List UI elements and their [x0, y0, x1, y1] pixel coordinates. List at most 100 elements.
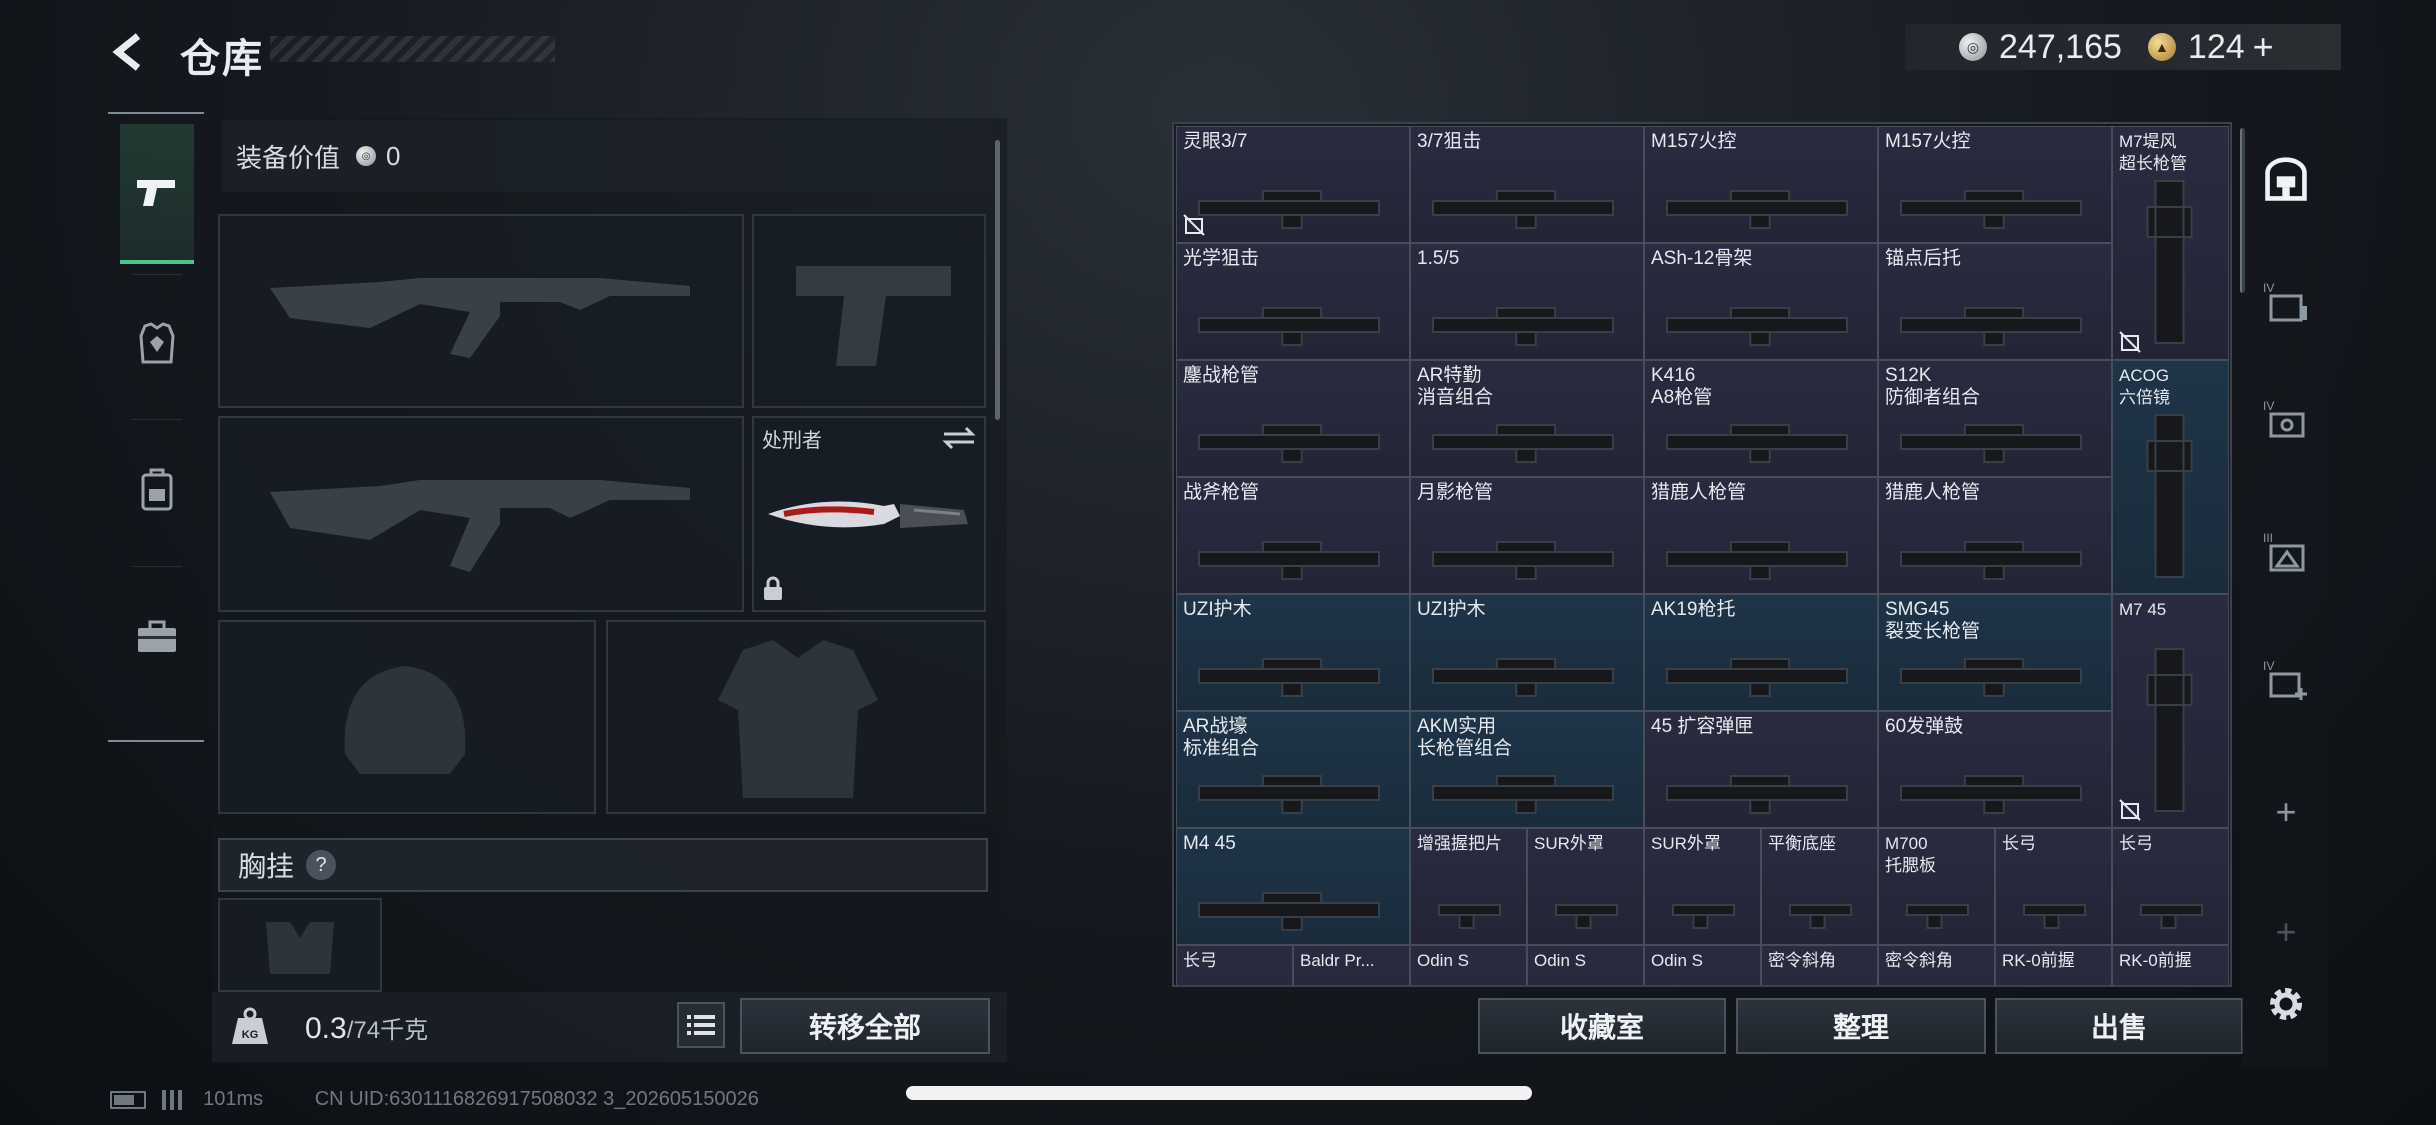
inventory-item[interactable]: 长弓 — [2112, 828, 2229, 945]
filter-tools[interactable]: IV — [2262, 396, 2310, 444]
tool-case-icon: IV — [2263, 399, 2305, 438]
inventory-item[interactable]: AK19枪托 — [1644, 594, 1878, 711]
inventory-item-name: AK19枪托 — [1651, 599, 1736, 620]
inventory-item[interactable]: SUR外罩 — [1527, 828, 1644, 945]
inventory-item[interactable]: 3/7狙击 — [1410, 126, 1644, 243]
inventory-item[interactable]: 鏖战枪管 — [1176, 360, 1410, 477]
inventory-item[interactable]: S12K 防御者组合 — [1878, 360, 2112, 477]
add-filter-button[interactable]: + — [2262, 788, 2310, 836]
inventory-item[interactable]: 45 扩容弹匣 — [1644, 711, 1878, 828]
title-decoration — [270, 36, 555, 62]
chest-rig-slot[interactable] — [218, 898, 382, 992]
helmet-slot[interactable] — [218, 620, 596, 814]
category-toolbox[interactable] — [120, 566, 194, 706]
inventory-item-name: 1.5/5 — [1417, 248, 1460, 269]
filter-ammo-box[interactable]: IV — [2262, 278, 2310, 326]
inventory-item[interactable]: AR战壕 标准组合 — [1176, 711, 1410, 828]
sell-button[interactable]: 出售 — [1995, 998, 2243, 1054]
melee-slot[interactable]: 处刑者 — [752, 416, 986, 612]
inventory-item-name: 45 扩容弹匣 — [1651, 716, 1754, 737]
backpack-icon — [141, 468, 173, 511]
inventory-item[interactable]: 增强握把片 — [1410, 828, 1527, 945]
category-backpack[interactable] — [120, 419, 194, 559]
inventory-item[interactable]: 密令斜角 — [1878, 945, 1995, 985]
inventory-item[interactable]: 1.5/5 — [1410, 243, 1644, 360]
transfer-all-button[interactable]: 转移全部 — [740, 998, 990, 1054]
inventory-item[interactable]: M157火控 — [1878, 126, 2112, 243]
inventory-item[interactable]: ASh-12骨架 — [1644, 243, 1878, 360]
item-image-icon — [1900, 658, 2082, 697]
inventory-item[interactable]: 战斧枪管 — [1176, 477, 1410, 594]
item-image-icon — [1900, 307, 2082, 346]
inventory-item[interactable]: 密令斜角 — [1761, 945, 1878, 985]
inventory-item-name: 长弓 — [2119, 834, 2153, 853]
inventory-item[interactable]: M157火控 — [1644, 126, 1878, 243]
pistol-icon — [137, 180, 175, 206]
category-bar — [108, 112, 204, 742]
svg-text:IV: IV — [2263, 281, 2274, 295]
body-armor-slot[interactable] — [606, 620, 986, 814]
inventory-item[interactable]: 60发弹鼓 — [1878, 711, 2112, 828]
item-image-icon — [1198, 307, 1380, 346]
no-trade-icon — [2119, 331, 2141, 353]
primary-weapon-slot-1[interactable] — [218, 214, 744, 408]
filter-all[interactable] — [2262, 156, 2310, 204]
inventory-item[interactable]: UZI护木 — [1176, 594, 1410, 711]
back-button[interactable] — [100, 22, 160, 82]
inventory-item[interactable]: Odin S — [1527, 945, 1644, 985]
inventory-item[interactable]: K416 A8枪管 — [1644, 360, 1878, 477]
inventory-item[interactable]: SMG45 裂变长枪管 — [1878, 594, 2112, 711]
inventory-item[interactable]: 平衡底座 — [1761, 828, 1878, 945]
home-indicator[interactable] — [906, 1086, 1532, 1100]
inventory-item[interactable]: 月影枪管 — [1410, 477, 1644, 594]
rifle-silhouette-icon — [270, 480, 690, 572]
inventory-item[interactable]: 锚点后托 — [1878, 243, 2112, 360]
inventory-item[interactable]: Odin S — [1644, 945, 1761, 985]
inventory-item-name: 月影枪管 — [1417, 482, 1494, 503]
primary-weapon-slot-2[interactable] — [218, 416, 744, 612]
help-icon[interactable]: ? — [306, 850, 337, 880]
inventory-item[interactable]: 猎鹿人枪管 — [1644, 477, 1878, 594]
category-weapons[interactable] — [120, 124, 194, 264]
inventory-item[interactable]: M7堤风 超长枪管 — [2112, 126, 2229, 360]
swap-icon[interactable] — [942, 426, 976, 450]
add-filter-disabled: + — [2275, 911, 2297, 952]
svg-text:KG: KG — [242, 1029, 259, 1041]
inventory-item-name: Odin S — [1534, 951, 1586, 970]
sidearm-slot[interactable] — [752, 214, 986, 408]
inventory-item[interactable]: ACOG 六倍镜 — [2112, 360, 2229, 594]
filter-medical[interactable]: III — [2262, 528, 2310, 576]
inventory-item-name: ASh-12骨架 — [1651, 248, 1753, 269]
inventory-item[interactable]: M700 托腮板 — [1878, 828, 1995, 945]
list-view-button[interactable] — [677, 1002, 725, 1048]
sort-button[interactable]: 整理 — [1736, 998, 1986, 1054]
settings-button[interactable] — [2262, 980, 2310, 1028]
inventory-item[interactable]: Baldr Pr... — [1293, 945, 1410, 985]
equipment-value-amount: 0 — [386, 140, 401, 171]
inventory-item[interactable]: RK-0前握 — [2112, 945, 2229, 985]
inventory-item[interactable]: AKM实用 长枪管组合 — [1410, 711, 1644, 828]
inventory-item[interactable]: 光学狙击 — [1176, 243, 1410, 360]
inventory-item[interactable]: SUR外罩 — [1644, 828, 1761, 945]
inventory-item[interactable]: UZI护木 — [1410, 594, 1644, 711]
inventory-item[interactable]: 长弓 — [1995, 828, 2112, 945]
category-armor[interactable] — [120, 274, 194, 414]
inventory-item[interactable]: M7 45 — [2112, 594, 2229, 828]
inventory-item[interactable]: 长弓 — [1176, 945, 1293, 985]
item-image-icon — [2023, 904, 2086, 929]
first-aid-icon: IV — [2263, 659, 2307, 700]
inventory-item[interactable]: M4 45 — [1176, 828, 1410, 945]
inventory-item-name: 3/7狙击 — [1417, 131, 1482, 152]
inventory-item[interactable]: 猎鹿人枪管 — [1878, 477, 2112, 594]
inventory-item[interactable]: AR特勤 消音组合 — [1410, 360, 1644, 477]
item-image-icon — [1666, 541, 1848, 580]
filter-heal[interactable]: IV — [2262, 656, 2310, 704]
add-gold-button[interactable]: + — [2253, 26, 2274, 68]
inventory-item[interactable]: 灵眼3/7 — [1176, 126, 1410, 243]
inventory-item-name: K416 A8枪管 — [1651, 365, 1713, 408]
svg-text:IV: IV — [2263, 659, 2274, 673]
inventory-item[interactable]: Odin S — [1410, 945, 1527, 985]
inventory-item[interactable]: RK-0前握 — [1995, 945, 2112, 985]
equipment-scrollbar[interactable] — [995, 140, 1000, 420]
collection-room-button[interactable]: 收藏室 — [1478, 998, 1726, 1054]
